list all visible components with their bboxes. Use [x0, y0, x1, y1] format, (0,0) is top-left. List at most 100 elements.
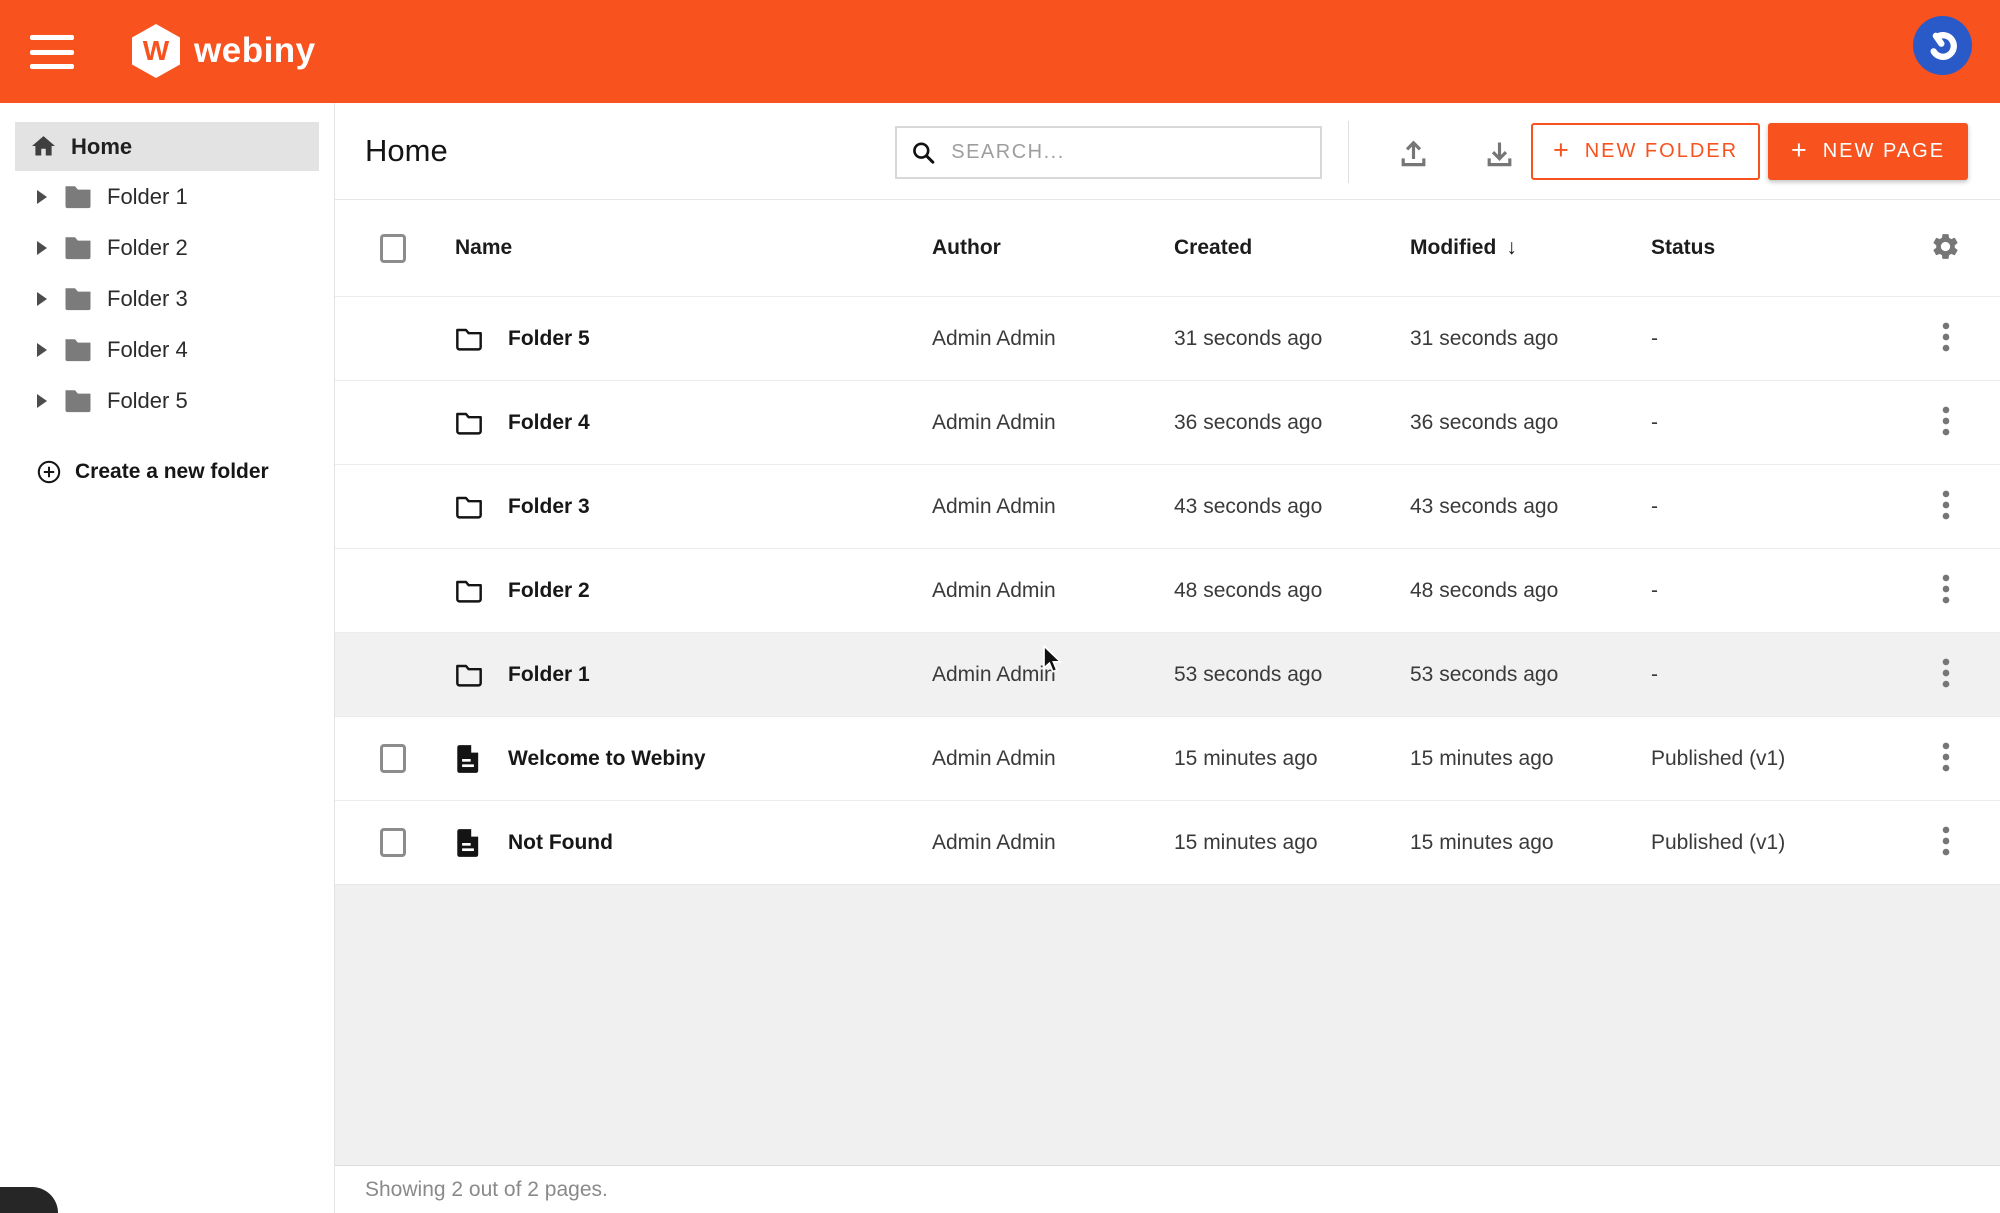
modified-label: Modified [1410, 236, 1496, 260]
app-root: W webiny Home Folder 1 Folder 2 Folder [0, 0, 2000, 1213]
row-name[interactable]: Folder 2 [508, 579, 932, 603]
select-all-checkbox[interactable] [380, 234, 406, 263]
row-actions-button[interactable] [1931, 651, 1961, 698]
table-row[interactable]: Welcome to Webiny Admin Admin 15 minutes… [335, 716, 2000, 800]
table-row[interactable]: Not Found Admin Admin 15 minutes ago 15 … [335, 800, 2000, 884]
row-actions-button[interactable] [1931, 399, 1961, 446]
user-avatar[interactable] [1913, 16, 1972, 75]
row-author: Admin Admin [932, 411, 1174, 435]
row-name[interactable]: Folder 5 [508, 327, 932, 351]
chevron-right-icon[interactable] [37, 343, 47, 357]
sidebar-folder-label: Folder 3 [107, 286, 188, 312]
kebab-menu-icon [1941, 489, 1951, 521]
chevron-right-icon[interactable] [37, 190, 47, 204]
row-author: Admin Admin [932, 495, 1174, 519]
row-name[interactable]: Welcome to Webiny [508, 747, 932, 771]
column-header-modified[interactable]: Modified ↓ [1410, 236, 1651, 260]
webiny-logo[interactable]: W webiny [132, 24, 316, 78]
column-header-author[interactable]: Author [932, 236, 1174, 260]
column-header-created[interactable]: Created [1174, 236, 1410, 260]
row-modified: 15 minutes ago [1410, 747, 1651, 771]
new-page-label: NEW PAGE [1823, 140, 1945, 163]
table-empty-area [335, 884, 2000, 1165]
row-author: Admin Admin [932, 579, 1174, 603]
folder-icon [455, 411, 483, 435]
table-row[interactable]: Folder 5 Admin Admin 31 seconds ago 31 s… [335, 296, 2000, 380]
table-settings-button[interactable] [1920, 225, 1971, 271]
kebab-menu-icon [1941, 825, 1951, 857]
new-folder-label: NEW FOLDER [1585, 140, 1738, 163]
row-actions-button[interactable] [1931, 483, 1961, 530]
sort-descending-icon: ↓ [1506, 236, 1517, 260]
toolbar: Home + NEW FOLDER + NEW PAGE [335, 103, 2000, 200]
create-folder-button[interactable]: Create a new folder [0, 450, 334, 494]
sidebar-folder-label: Folder 4 [107, 337, 188, 363]
table-row[interactable]: Folder 4 Admin Admin 36 seconds ago 36 s… [335, 380, 2000, 464]
plus-icon: + [1791, 135, 1809, 166]
row-status: - [1651, 411, 1891, 435]
row-actions-button[interactable] [1931, 735, 1961, 782]
upload-icon [1397, 137, 1430, 170]
import-button[interactable] [1395, 135, 1431, 171]
hamburger-menu-icon[interactable] [30, 33, 76, 71]
chevron-right-icon[interactable] [37, 241, 47, 255]
row-modified: 36 seconds ago [1410, 411, 1651, 435]
row-name[interactable]: Folder 3 [508, 495, 932, 519]
row-modified: 43 seconds ago [1410, 495, 1651, 519]
row-status: - [1651, 579, 1891, 603]
row-created: 48 seconds ago [1174, 579, 1410, 603]
sidebar-folder-item[interactable]: Folder 5 [0, 375, 334, 426]
create-folder-label: Create a new folder [75, 460, 269, 484]
sidebar: Home Folder 1 Folder 2 Folder 3 Folder 4… [0, 103, 335, 1213]
row-name[interactable]: Folder 4 [508, 411, 932, 435]
search-box[interactable] [895, 126, 1322, 179]
sidebar-item-home[interactable]: Home [15, 122, 319, 171]
row-created: 43 seconds ago [1174, 495, 1410, 519]
table-row[interactable]: Folder 3 Admin Admin 43 seconds ago 43 s… [335, 464, 2000, 548]
new-folder-button[interactable]: + NEW FOLDER [1531, 123, 1760, 180]
row-created: 15 minutes ago [1174, 747, 1410, 771]
sidebar-folder-item[interactable]: Folder 3 [0, 273, 334, 324]
folder-icon [455, 327, 483, 351]
document-icon [455, 828, 481, 858]
row-checkbox[interactable] [380, 828, 406, 857]
row-modified: 53 seconds ago [1410, 663, 1651, 687]
chevron-right-icon[interactable] [37, 292, 47, 306]
logo-letter: W [143, 35, 169, 67]
row-modified: 15 minutes ago [1410, 831, 1651, 855]
row-created: 36 seconds ago [1174, 411, 1410, 435]
row-created: 31 seconds ago [1174, 327, 1410, 351]
main-content: Home + NEW FOLDER + NEW PAGE Na [335, 103, 2000, 1213]
table-row[interactable]: Folder 2 Admin Admin 48 seconds ago 48 s… [335, 548, 2000, 632]
sidebar-folder-item[interactable]: Folder 2 [0, 222, 334, 273]
search-input[interactable] [951, 141, 1306, 164]
table-row[interactable]: Folder 1 Admin Admin 53 seconds ago 53 s… [335, 632, 2000, 716]
page-title: Home [365, 133, 448, 169]
column-header-name[interactable]: Name [455, 236, 932, 260]
table-header: Name Author Created Modified ↓ Status [335, 200, 2000, 296]
sidebar-home-label: Home [71, 134, 132, 160]
row-actions-button[interactable] [1931, 567, 1961, 614]
row-checkbox[interactable] [380, 744, 406, 773]
kebab-menu-icon [1941, 657, 1951, 689]
document-icon [455, 744, 481, 774]
sidebar-folder-item[interactable]: Folder 1 [0, 171, 334, 222]
row-status: - [1651, 663, 1891, 687]
row-modified: 31 seconds ago [1410, 327, 1651, 351]
column-header-status[interactable]: Status [1651, 236, 1891, 260]
row-name[interactable]: Folder 1 [508, 663, 932, 687]
row-author: Admin Admin [932, 831, 1174, 855]
sidebar-folder-item[interactable]: Folder 4 [0, 324, 334, 375]
row-author: Admin Admin [932, 663, 1174, 687]
sidebar-folder-label: Folder 2 [107, 235, 188, 261]
folder-filled-icon [63, 286, 93, 311]
folder-filled-icon [63, 337, 93, 362]
kebab-menu-icon [1941, 405, 1951, 437]
new-page-button[interactable]: + NEW PAGE [1768, 123, 1968, 180]
row-name[interactable]: Not Found [508, 831, 932, 855]
export-button[interactable] [1481, 135, 1517, 171]
chevron-right-icon[interactable] [37, 394, 47, 408]
row-actions-button[interactable] [1931, 819, 1961, 866]
logo-hexagon-icon: W [132, 24, 180, 78]
row-actions-button[interactable] [1931, 315, 1961, 362]
